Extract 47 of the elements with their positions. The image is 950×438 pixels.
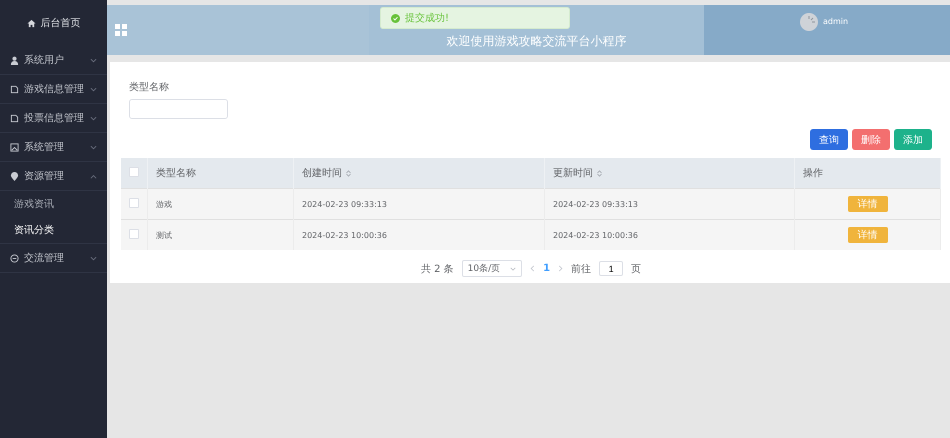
toast-message: 提交成功! <box>405 12 450 25</box>
sort-icon[interactable] <box>346 170 351 176</box>
table-cell: 测试 <box>156 230 172 240</box>
sort-icon[interactable] <box>597 170 602 176</box>
document-icon <box>10 84 19 94</box>
header-title: 欢迎使用游戏攻略交流平台小程序 <box>446 32 626 50</box>
user-icon <box>10 56 19 64</box>
location-pin-icon <box>10 172 19 180</box>
column-header[interactable]: 创建时间 <box>302 166 342 180</box>
chevron-icon <box>90 174 97 178</box>
table-cell: 2024-02-23 10:00:36 <box>302 230 387 240</box>
home-icon <box>26 18 36 28</box>
column-header: 类型名称 <box>156 166 196 180</box>
checkbox[interactable] <box>129 167 139 177</box>
goto-label: 前往 <box>571 262 592 276</box>
chevron-icon <box>90 144 97 150</box>
chevron-icon <box>90 58 97 62</box>
checkbox[interactable] <box>129 198 139 208</box>
column-header: 操作 <box>803 167 823 180</box>
previous-page-icon[interactable] <box>530 265 536 272</box>
total-count: 共 2 条 <box>420 262 454 276</box>
type-name-field[interactable] <box>129 99 228 119</box>
image-icon <box>10 142 19 152</box>
checkbox[interactable] <box>129 229 139 239</box>
page-input[interactable]: 1 <box>599 261 624 276</box>
column-header[interactable]: 更新时间 <box>553 166 593 180</box>
table-cell: 游戏 <box>156 200 172 208</box>
chevron-icon <box>90 86 97 92</box>
submenu-item[interactable]: 游戏资讯 <box>0 191 107 217</box>
table-cell: 2024-02-23 09:33:13 <box>553 200 638 208</box>
filter-label: 类型名称 <box>129 80 170 94</box>
chevron-icon <box>510 266 516 270</box>
check-circle-icon <box>391 14 400 22</box>
chevron-icon <box>90 116 97 120</box>
next-page-icon[interactable] <box>558 265 564 272</box>
grid-menu-icon[interactable] <box>115 24 127 36</box>
submenu-item[interactable]: 资讯分类 <box>0 217 107 243</box>
table-cell: 2024-02-23 09:33:13 <box>302 200 387 208</box>
home-menu-item[interactable]: 后台首页 <box>0 0 107 46</box>
page-size-select[interactable]: 10条/页 <box>462 260 522 277</box>
table-cell: 2024-02-23 10:00:36 <box>553 230 638 240</box>
query-button[interactable]: 查询 <box>810 129 848 150</box>
document-icon <box>10 114 19 122</box>
chat-icon <box>10 254 19 262</box>
avatar-icon[interactable] <box>800 13 818 31</box>
chevron-icon <box>90 256 97 260</box>
page-suffix: 页 <box>631 262 642 276</box>
